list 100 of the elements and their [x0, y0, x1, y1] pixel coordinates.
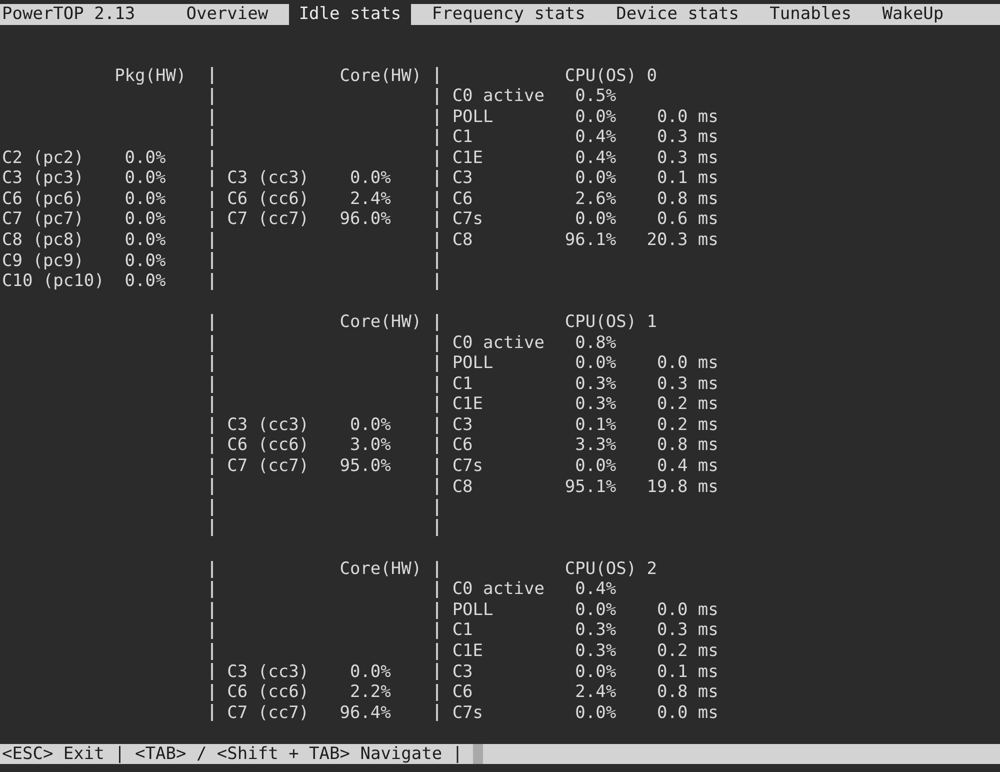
- cpu-average-time: 20.3 ms: [646, 230, 718, 251]
- cpu-heading: CPU(OS) 2: [564, 558, 658, 580]
- package-residency-percent: 0.0%: [124, 209, 166, 230]
- cpu-state-name: C6: [452, 435, 473, 456]
- cpu-residency-percent: 0.3%: [575, 640, 616, 662]
- cpu-state-name: C7s: [452, 209, 484, 230]
- package-residency-percent: 0.0%: [124, 188, 166, 210]
- tab[interactable]: Device stats: [606, 4, 750, 25]
- cpu-residency-percent: 3.3%: [575, 435, 616, 456]
- cpu-residency-percent: 0.0%: [575, 702, 616, 724]
- core-heading: Core(HW): [340, 558, 422, 580]
- cpu-residency-percent: 0.0%: [575, 106, 616, 128]
- cpu-average-time: 19.8 ms: [646, 476, 718, 498]
- cpu-residency-percent: 0.0%: [575, 209, 616, 230]
- cpu-residency-percent: 0.3%: [575, 620, 616, 641]
- core-heading: Core(HW): [340, 312, 422, 333]
- cpu-average-time: 0.3 ms: [656, 127, 718, 148]
- cpu-state-name: POLL: [452, 353, 494, 374]
- cpu-state-name: C1E: [452, 640, 484, 662]
- cpu-average-time: 0.4 ms: [656, 456, 718, 477]
- cpu-state-name: C0 active: [452, 579, 544, 600]
- package-state-name: C9 (pc9): [2, 250, 84, 272]
- tab[interactable]: WakeUp: [872, 4, 954, 25]
- cpu-average-time: 0.0 ms: [656, 702, 718, 724]
- cpu-state-name: C3: [452, 168, 473, 189]
- cpu-state-name: POLL: [452, 106, 494, 128]
- cpu-residency-percent: 0.0%: [575, 353, 616, 374]
- cpu-average-time: 0.6 ms: [656, 209, 718, 230]
- cpu-residency-percent: 95.1%: [564, 476, 616, 498]
- cpu-residency-percent: 0.0%: [575, 662, 616, 682]
- core-residency-percent: 2.4%: [350, 188, 391, 210]
- cpu-average-time: 0.0 ms: [656, 106, 718, 128]
- core-residency-percent: 0.0%: [350, 414, 391, 436]
- cpu-average-time: 0.0 ms: [656, 353, 718, 374]
- package-state-name: C3 (pc3): [2, 168, 84, 189]
- cpu-state-name: C8: [452, 230, 473, 251]
- cpu-state-name: C1E: [452, 394, 484, 415]
- tab[interactable]: Overview: [176, 4, 278, 25]
- cpu-residency-percent: 0.3%: [575, 374, 616, 394]
- package-residency-percent: 0.0%: [124, 148, 166, 168]
- cpu-average-time: 0.3 ms: [656, 374, 718, 394]
- cpu-residency-percent: 0.0%: [575, 456, 616, 477]
- cpu-state-name: C1: [452, 374, 473, 394]
- cpu-average-time: 0.8 ms: [656, 435, 718, 456]
- cpu-average-time: 0.0 ms: [656, 600, 718, 620]
- cpu-average-time: 0.3 ms: [656, 620, 718, 641]
- core-state-name: C7 (cc7): [227, 456, 310, 477]
- package-residency-percent: 0.0%: [124, 230, 166, 251]
- cpu-state-name: C6: [452, 682, 473, 703]
- cpu-average-time: 0.3 ms: [656, 148, 718, 168]
- app-title: PowerTOP 2.13: [2, 4, 136, 24]
- tab[interactable]: Tunables: [759, 4, 862, 25]
- package-state-name: C2 (pc2): [2, 148, 84, 168]
- cpu-state-name: POLL: [452, 600, 494, 620]
- core-state-name: C6 (cc6): [227, 682, 310, 703]
- cpu-residency-percent: 2.6%: [575, 188, 616, 210]
- cpu-residency-percent: 0.5%: [575, 86, 616, 107]
- cpu-residency-percent: 0.3%: [575, 394, 616, 415]
- package-residency-percent: 0.0%: [124, 250, 166, 272]
- cpu-average-time: 0.2 ms: [656, 414, 718, 436]
- package-state-name: C10 (pc10): [2, 271, 104, 292]
- core-state-name: C3 (cc3): [227, 168, 310, 189]
- core-state-name: C3 (cc3): [227, 414, 310, 436]
- cpu-state-name: C1: [452, 127, 473, 148]
- cpu-state-name: C0 active: [452, 332, 544, 354]
- core-state-name: C6 (cc6): [227, 435, 310, 456]
- cpu-state-name: C3: [452, 662, 473, 682]
- cpu-state-name: C7s: [452, 456, 484, 477]
- package-heading: Pkg(HW): [114, 66, 186, 86]
- cpu-residency-percent: 0.1%: [575, 414, 616, 436]
- core-residency-percent: 0.0%: [350, 662, 391, 682]
- core-state-name: C3 (cc3): [227, 662, 310, 682]
- cpu-residency-percent: 0.8%: [575, 332, 616, 354]
- package-state-name: C8 (pc8): [2, 230, 84, 251]
- package-residency-percent: 0.0%: [124, 271, 166, 292]
- cpu-state-name: C1E: [452, 148, 484, 168]
- tab[interactable]: Frequency stats: [422, 4, 596, 25]
- core-residency-percent: 95.0%: [340, 456, 391, 477]
- cpu-residency-percent: 96.1%: [564, 230, 616, 251]
- core-heading: Core(HW): [340, 66, 422, 86]
- core-residency-percent: 96.0%: [340, 209, 391, 230]
- core-residency-percent: 96.4%: [340, 702, 391, 724]
- cpu-average-time: 0.8 ms: [656, 682, 718, 703]
- cpu-state-name: C0 active: [452, 86, 544, 107]
- cpu-heading: CPU(OS) 1: [564, 312, 658, 333]
- package-state-name: C6 (pc6): [2, 188, 84, 210]
- core-state-name: C7 (cc7): [227, 702, 310, 724]
- cpu-residency-percent: 0.0%: [575, 168, 616, 189]
- core-residency-percent: 3.0%: [350, 435, 391, 456]
- cpu-state-name: C6: [452, 188, 473, 210]
- cpu-residency-percent: 0.4%: [575, 127, 616, 148]
- package-state-name: C7 (pc7): [2, 209, 84, 230]
- tab[interactable]: Idle stats: [288, 4, 412, 25]
- cpu-average-time: 0.1 ms: [656, 662, 718, 682]
- key-hints: <ESC> Exit | <TAB> / <Shift + TAB> Navigate |: [2, 744, 463, 764]
- cpu-residency-percent: 0.0%: [575, 600, 616, 620]
- cpu-residency-percent: 2.4%: [575, 682, 616, 703]
- cpu-state-name: C1: [452, 620, 473, 641]
- cpu-state-name: C7s: [452, 702, 484, 724]
- core-state-name: C6 (cc6): [227, 188, 310, 210]
